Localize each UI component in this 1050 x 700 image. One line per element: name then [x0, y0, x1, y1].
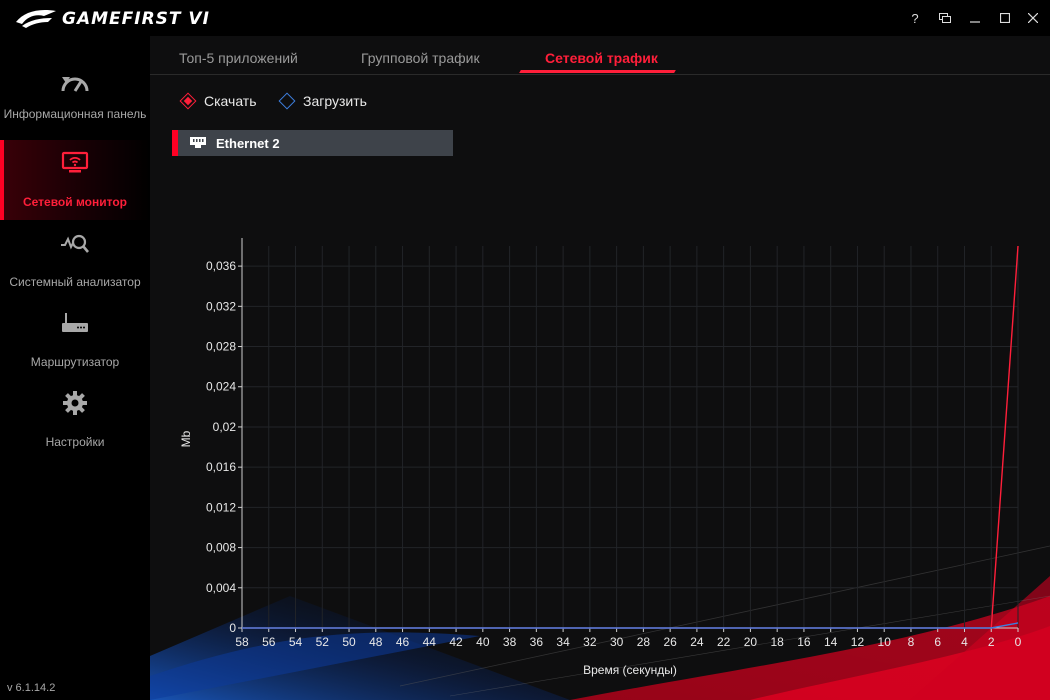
x-tick-label: 46	[396, 635, 410, 649]
monitor-wifi-icon	[60, 150, 90, 176]
chart-series	[242, 245, 1019, 629]
sidebar-item-label: Маршрутизатор	[30, 355, 120, 369]
rog-eye-icon	[16, 10, 56, 28]
series-line-download	[242, 245, 1019, 629]
x-tick-label: 20	[744, 635, 758, 649]
sidebar-item-router[interactable]: Маршрутизатор	[0, 300, 150, 380]
router-icon	[60, 310, 90, 336]
chart-axes	[238, 238, 1019, 632]
x-tick-label: 2	[988, 635, 995, 649]
x-tick-label: 44	[423, 635, 437, 649]
sidebar-item-label: Информационная панель	[3, 107, 147, 121]
x-tick-label: 42	[449, 635, 463, 649]
sidebar-item-label: Сетевой монитор	[22, 195, 128, 209]
y-tick-label: 0,016	[206, 460, 236, 474]
x-tick-label: 50	[342, 635, 356, 649]
x-tick-label: 30	[610, 635, 624, 649]
app-title: GAMEFIRST VI	[62, 9, 210, 29]
x-tick-label: 38	[503, 635, 517, 649]
help-button[interactable]: ?	[904, 8, 926, 28]
x-tick-label: 8	[908, 635, 915, 649]
x-tick-label: 12	[851, 635, 865, 649]
maximize-button[interactable]	[994, 8, 1016, 28]
x-tick-label: 18	[770, 635, 784, 649]
y-tick-label: 0,032	[206, 299, 236, 313]
x-tick-label: 24	[690, 635, 704, 649]
sidebar-item-dashboard[interactable]: Информационная панель	[0, 60, 150, 140]
gear-icon	[60, 390, 90, 416]
restore-window-button[interactable]	[934, 8, 956, 28]
minimize-button[interactable]	[964, 8, 986, 28]
close-button[interactable]	[1022, 8, 1044, 28]
x-tick-label: 36	[530, 635, 544, 649]
x-tick-label: 14	[824, 635, 838, 649]
x-tick-label: 48	[369, 635, 383, 649]
x-tick-label: 58	[235, 635, 249, 649]
x-tick-label: 32	[583, 635, 597, 649]
sidebar: Информационная панель Сетевой монитор Си…	[0, 36, 150, 700]
x-tick-label: 56	[262, 635, 276, 649]
x-tick-label: 54	[289, 635, 303, 649]
x-tick-label: 26	[663, 635, 677, 649]
sidebar-item-settings[interactable]: Настройки	[0, 380, 150, 460]
y-tick-label: 0,004	[206, 581, 236, 595]
chart-grid	[241, 246, 1019, 628]
sidebar-item-label: Настройки	[45, 435, 105, 449]
y-tick-label: 0,02	[213, 420, 237, 434]
x-tick-label: 6	[934, 635, 941, 649]
y-axis-label: Mb	[179, 430, 193, 447]
maximize-icon	[1000, 13, 1010, 23]
x-tick-label: 52	[316, 635, 330, 649]
sidebar-item-network-monitor[interactable]: Сетевой монитор	[0, 140, 150, 220]
sidebar-item-system-analyzer[interactable]: Системный анализатор	[0, 220, 150, 300]
x-axis-label: Время (секунды)	[583, 663, 677, 677]
y-tick-label: 0,036	[206, 259, 236, 273]
x-tick-label: 22	[717, 635, 731, 649]
app-version: v 6.1.14.2	[7, 682, 56, 694]
x-tick-label: 34	[556, 635, 570, 649]
chart-tick-labels: 0 0,004 0,008 0,012 0,016 0,02 0,024 0,028 0,032…	[206, 259, 1022, 649]
y-tick-label: 0,012	[206, 500, 236, 514]
y-tick-label: 0,024	[206, 380, 236, 394]
help-icon: ?	[911, 10, 919, 26]
x-tick-label: 40	[476, 635, 490, 649]
y-tick-label: 0	[229, 621, 236, 635]
app-logo: GAMEFIRST VI	[14, 6, 214, 32]
minimize-icon	[970, 21, 980, 23]
x-tick-label: 0	[1015, 635, 1022, 649]
y-tick-label: 0,028	[206, 340, 236, 354]
main-panel: Топ-5 приложений Групповой трафик Сетево…	[150, 36, 1050, 700]
traffic-chart: 0 0,004 0,008 0,012 0,016 0,02 0,024 0,028 0,032…	[150, 238, 1050, 700]
sidebar-item-label: Системный анализатор	[9, 275, 141, 289]
x-tick-label: 10	[878, 635, 892, 649]
x-tick-label: 4	[961, 635, 968, 649]
x-tick-label: 28	[637, 635, 651, 649]
analyzer-icon	[60, 230, 90, 256]
speedometer-icon	[60, 70, 90, 96]
close-icon	[1028, 13, 1038, 23]
y-tick-label: 0,008	[206, 541, 236, 555]
restore-window-icon	[939, 13, 951, 23]
title-bar: GAMEFIRST VI ?	[0, 0, 1050, 36]
x-tick-label: 16	[797, 635, 811, 649]
